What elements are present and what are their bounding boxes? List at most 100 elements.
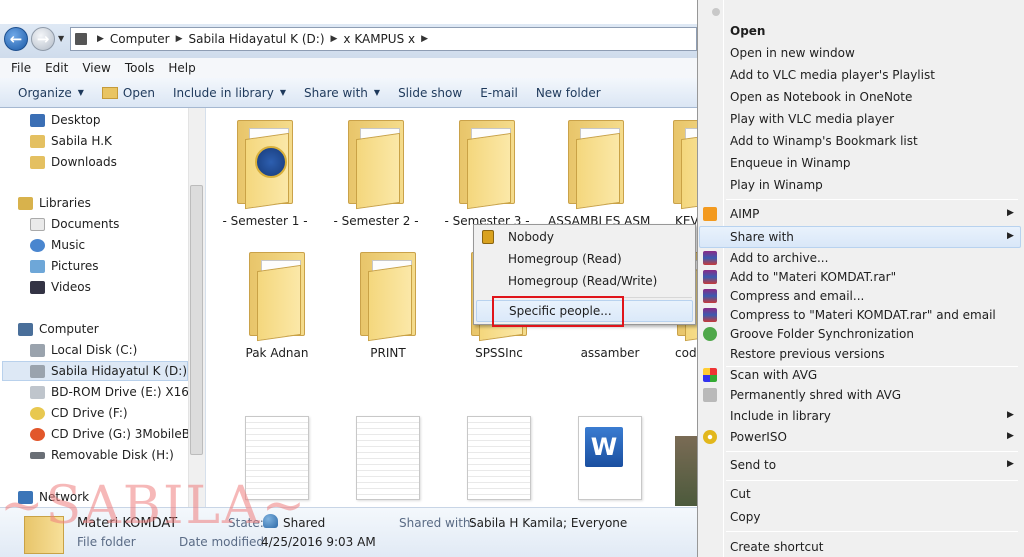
ctx-add-to-archive[interactable]: Add to archive... [730, 248, 828, 268]
breadcrumb-folder[interactable]: x KAMPUS x [343, 32, 415, 46]
include-in-library-button[interactable]: Include in library ▼ [173, 86, 286, 100]
ctx-add-vlc-playlist[interactable]: Add to VLC media player's Playlist [730, 65, 935, 85]
breadcrumb-arrow-icon[interactable]: ▶ [421, 34, 428, 44]
nav-local-disk-c[interactable]: Local Disk (C:) [30, 340, 137, 360]
nav-cd-f[interactable]: CD Drive (F:) [30, 403, 128, 423]
nav-computer[interactable]: Computer [18, 319, 99, 339]
address-breadcrumb[interactable]: ▶ Computer ▶ Sabila Hidayatul K (D:) ▶ x… [70, 27, 697, 51]
share-homegroup-read[interactable]: Homegroup (Read) [474, 248, 695, 270]
ctx-add-winamp-bookmark[interactable]: Add to Winamp's Bookmark list [730, 131, 918, 151]
shared-with-label: Shared with: [399, 516, 475, 530]
ctx-groove-sync[interactable]: Groove Folder Synchronization [730, 324, 914, 344]
slide-show-button[interactable]: Slide show [398, 86, 462, 100]
lock-icon [482, 230, 494, 244]
ctx-copy[interactable]: Copy [730, 507, 760, 527]
date-modified-label: Date modified: [179, 535, 269, 549]
menu-separator [726, 531, 1018, 532]
ctx-share-with[interactable]: Share with [730, 227, 794, 247]
folder-semester-1[interactable]: - Semester 1 - [217, 114, 313, 228]
ctx-open-new-window[interactable]: Open in new window [730, 43, 855, 63]
submenu-arrow-icon: ▶ [1007, 459, 1014, 469]
nav-pictures[interactable]: Pictures [30, 256, 99, 276]
recent-pages-dropdown-icon[interactable]: ▼ [58, 34, 64, 43]
file-word-document[interactable]: W [562, 416, 658, 500]
folder-icon [457, 114, 517, 212]
folder-kev[interactable]: KEV [659, 114, 697, 228]
new-folder-button[interactable]: New folder [536, 86, 601, 100]
watermark: ~SABILA~ [0, 476, 308, 536]
ctx-open[interactable]: Open [730, 21, 765, 41]
nav-user-label: Sabila H.K [51, 134, 112, 148]
share-homegroup-readwrite[interactable]: Homegroup (Read/Write) [474, 270, 695, 292]
menu-separator [726, 480, 1018, 481]
file-document-2[interactable] [340, 416, 436, 500]
computer-icon [75, 33, 87, 45]
breadcrumb-computer[interactable]: Computer [110, 32, 170, 46]
folder-semester-3[interactable]: - Semester 3 - [439, 114, 535, 228]
ctx-send-to[interactable]: Send to [730, 455, 776, 475]
ctx-include-library[interactable]: Include in library [730, 406, 831, 426]
menu-file[interactable]: File [4, 61, 38, 75]
submenu-arrow-icon: ▶ [1007, 410, 1014, 420]
ctx-compress-email[interactable]: Compress and email... [730, 286, 864, 306]
ctx-restore-previous[interactable]: Restore previous versions [730, 344, 885, 364]
organize-button[interactable]: Organize ▼ [18, 86, 84, 100]
nav-cd-g[interactable]: CD Drive (G:) 3MobileBroa [30, 424, 206, 444]
breadcrumb-arrow-icon[interactable]: ▶ [97, 34, 104, 44]
nav-cd-g-label: CD Drive (G:) 3MobileBroa [51, 427, 206, 441]
nav-downloads[interactable]: Downloads [30, 152, 117, 172]
nav-removable-h[interactable]: Removable Disk (H:) [30, 445, 174, 465]
nav-videos-label: Videos [51, 280, 91, 294]
nav-desktop[interactable]: Desktop [30, 110, 101, 130]
desktop-icon [30, 113, 45, 127]
ctx-poweriso[interactable]: PowerISO [730, 427, 787, 447]
forward-button[interactable]: → [31, 27, 55, 51]
ctx-compress-rar-email[interactable]: Compress to "Materi KOMDAT.rar" and emai… [730, 305, 996, 325]
word-document-icon: W [578, 416, 642, 500]
nav-documents[interactable]: Documents [30, 214, 119, 234]
breadcrumb-arrow-icon[interactable]: ▶ [331, 34, 338, 44]
computer-icon [18, 322, 33, 336]
folder-label: assamber [580, 346, 640, 360]
share-homegroup-readwrite-label: Homegroup (Read/Write) [508, 274, 658, 288]
image-thumbnail[interactable] [675, 436, 697, 506]
ctx-enqueue-winamp[interactable]: Enqueue in Winamp [730, 153, 851, 173]
folder-pak-adnan[interactable]: Pak Adnan [229, 246, 325, 360]
file-document-3[interactable] [451, 416, 547, 500]
ctx-scan-avg[interactable]: Scan with AVG [730, 365, 817, 385]
email-button[interactable]: E-mail [480, 86, 518, 100]
menu-edit[interactable]: Edit [38, 61, 75, 75]
folder-open-icon [101, 86, 118, 99]
ctx-play-vlc[interactable]: Play with VLC media player [730, 109, 894, 129]
ctx-create-shortcut[interactable]: Create shortcut [730, 537, 823, 557]
nav-local-disk-label: Local Disk (C:) [51, 343, 138, 357]
breadcrumb-arrow-icon[interactable]: ▶ [176, 34, 183, 44]
nav-bdrom-e[interactable]: BD-ROM Drive (E:) X16-81 [30, 382, 205, 402]
back-button[interactable]: ← [4, 27, 28, 51]
folder-print[interactable]: PRINT [340, 246, 436, 360]
nav-sabila-drive-d[interactable]: Sabila Hidayatul K (D:) [30, 361, 187, 381]
nav-libraries[interactable]: Libraries [18, 193, 91, 213]
ctx-open-onenote[interactable]: Open as Notebook in OneNote [730, 87, 912, 107]
ctx-add-to-rar[interactable]: Add to "Materi KOMDAT.rar" [730, 267, 896, 287]
share-with-button[interactable]: Share with ▼ [304, 86, 380, 100]
ctx-shred-avg[interactable]: Permanently shred with AVG [730, 385, 901, 405]
folder-assambles-asm[interactable]: ASSAMBLES ASM [548, 114, 650, 228]
breadcrumb-drive[interactable]: Sabila Hidayatul K (D:) [189, 32, 325, 46]
nav-user[interactable]: Sabila H.K [30, 131, 112, 151]
menu-view[interactable]: View [75, 61, 117, 75]
share-nobody[interactable]: Nobody [474, 226, 695, 248]
nav-computer-label: Computer [39, 322, 99, 336]
videos-icon [30, 280, 45, 294]
ctx-cut[interactable]: Cut [730, 484, 751, 504]
menu-help[interactable]: Help [161, 61, 202, 75]
open-button[interactable]: Open [101, 86, 155, 100]
nav-videos[interactable]: Videos [30, 277, 91, 297]
nav-scrollbar-thumb[interactable] [190, 185, 203, 455]
ctx-play-winamp[interactable]: Play in Winamp [730, 175, 823, 195]
folder-semester-2[interactable]: - Semester 2 - [328, 114, 424, 228]
date-modified-value: 4/25/2016 9:03 AM [261, 535, 376, 549]
menu-tools[interactable]: Tools [118, 61, 162, 75]
ctx-aimp[interactable]: AIMP [730, 204, 759, 224]
nav-music[interactable]: Music [30, 235, 85, 255]
